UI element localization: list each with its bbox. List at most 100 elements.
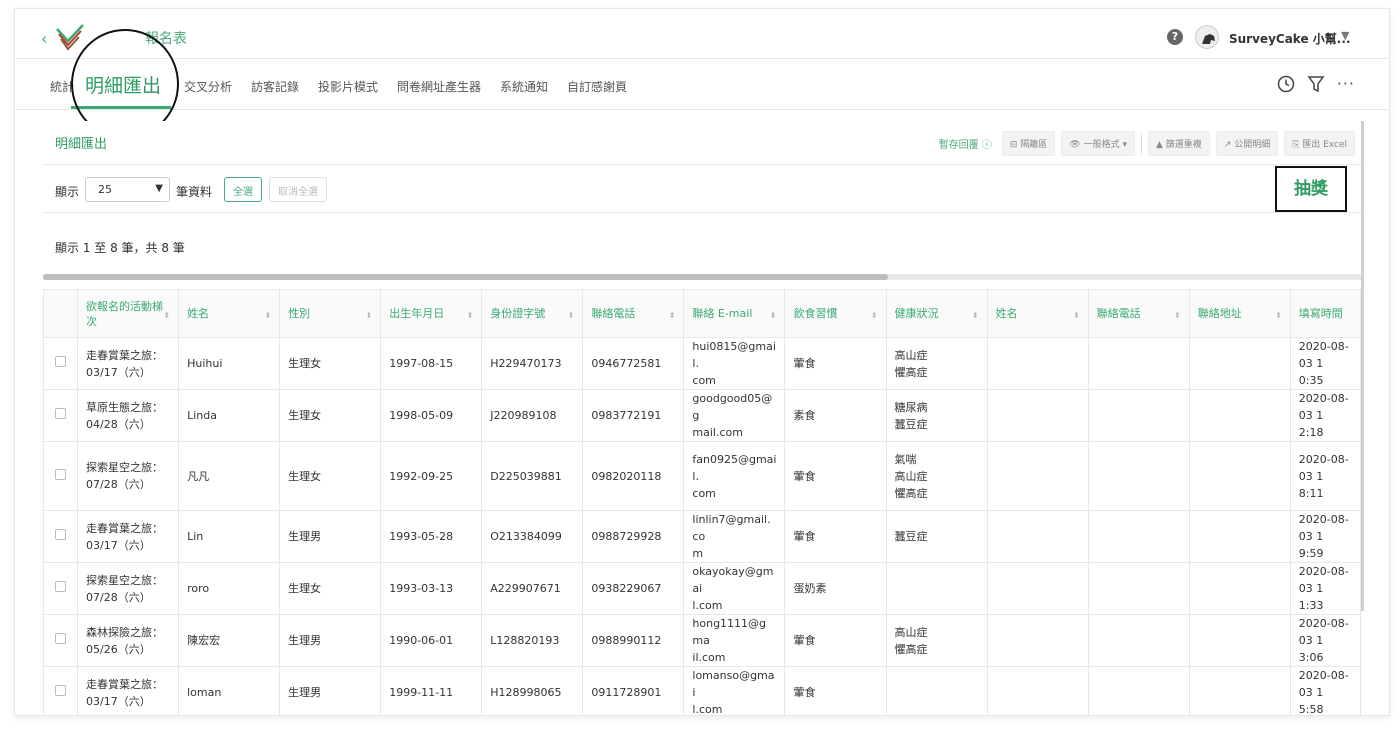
table-cell: 1999-11-11 bbox=[380, 666, 483, 715]
export-excel-button[interactable]: ⎘ 匯出 Excel bbox=[1284, 131, 1355, 156]
table-row[interactable]: 探索星空之旅： 07/28（六） roro 生理女 1993-03-13 A229907… bbox=[42, 562, 1362, 615]
table-cell: hui0815@gmail. com bbox=[683, 337, 786, 390]
tab-slide-mode[interactable]: 投影片模式 bbox=[318, 78, 378, 95]
column-header[interactable]: 聯絡地址 ⬍ bbox=[1188, 289, 1291, 338]
table-cell: D225039881 bbox=[481, 441, 584, 511]
tab-visitor-log[interactable]: 訪客記錄 bbox=[251, 78, 299, 95]
avatar[interactable] bbox=[1195, 25, 1219, 49]
table-cell: fan0925@gmail. com bbox=[683, 441, 786, 511]
format-dropdown[interactable]: 👁 一般格式 ▾ bbox=[1061, 131, 1135, 156]
table-cell: 2020-08-03 1 3:06 bbox=[1289, 614, 1362, 667]
table-cell: 高山症 懼高症 bbox=[885, 614, 988, 667]
table-cell: Huihui bbox=[178, 337, 281, 390]
column-header[interactable]: 聯絡電話 ⬍ bbox=[582, 289, 685, 338]
row-checkbox[interactable] bbox=[55, 529, 66, 540]
chevron-left-icon[interactable]: ‹ bbox=[41, 29, 47, 48]
table-row[interactable]: 走春賞葉之旅： 03/17（六） Lin 生理男 1993-05-28 O2133840… bbox=[42, 510, 1362, 563]
tab-notifications[interactable]: 系統通知 bbox=[500, 78, 548, 95]
column-header[interactable]: 聯絡 E-mail ⬍ bbox=[683, 289, 786, 338]
table-cell bbox=[1188, 441, 1291, 511]
user-name[interactable]: SurveyCake 小幫... bbox=[1229, 30, 1350, 47]
header-checkbox-cell bbox=[42, 289, 79, 338]
table-row[interactable]: 探索星空之旅： 07/28（六） 凡凡 生理女 1992-09-25 D22503988… bbox=[42, 441, 1362, 511]
vertical-scrollbar[interactable] bbox=[1361, 121, 1364, 611]
table-cell: 1993-03-13 bbox=[380, 562, 483, 615]
table-cell: 陳宏宏 bbox=[178, 614, 281, 667]
table-row[interactable]: 草原生態之旅： 04/28（六） Linda 生理女 1998-05-09 J22098… bbox=[42, 389, 1362, 442]
table-cell: 2020-08-03 1 0:35 bbox=[1289, 337, 1362, 390]
column-header[interactable]: 身份證字號 ⬍ bbox=[481, 289, 584, 338]
row-checkbox[interactable] bbox=[55, 685, 66, 696]
save-replay-link[interactable]: 暫存回覆 ⓘ bbox=[939, 136, 992, 151]
scrollbar-thumb[interactable] bbox=[43, 274, 888, 280]
table-cell: 0988729928 bbox=[582, 510, 685, 563]
sort-icon: ⬍ bbox=[870, 311, 878, 320]
tab-thank-you-page[interactable]: 自訂感謝頁 bbox=[567, 78, 627, 95]
table-cell: loman bbox=[178, 666, 281, 715]
table-cell: 走春賞葉之旅： 03/17（六） bbox=[77, 510, 180, 563]
content-area: 明細匯出 暫存回覆 ⓘ ⊟ 隔離區 👁 一般格式 ▾ ▲ 篩選重複 ↗ 公開明細… bbox=[42, 121, 1364, 715]
table-row[interactable]: 走春賞葉之旅： 03/17（六） Huihui 生理女 1997-08-15 H2294… bbox=[42, 337, 1362, 390]
select-all-button[interactable]: 全選 bbox=[224, 177, 262, 202]
table-cell: 探索星空之旅： 07/28（六） bbox=[77, 562, 180, 615]
surveycake-logo-icon[interactable] bbox=[55, 23, 85, 51]
column-header[interactable]: 健康狀況 ⬍ bbox=[885, 289, 988, 338]
tab-cross-analysis[interactable]: 交叉分析 bbox=[184, 78, 232, 95]
tab-statistics[interactable]: 統計 bbox=[50, 78, 74, 95]
table-cell bbox=[1188, 614, 1291, 667]
tab-detail-export[interactable]: 明細匯出 bbox=[85, 71, 161, 98]
column-header[interactable]: 姓名 ⬍ bbox=[986, 289, 1089, 338]
table-cell: 生理男 bbox=[279, 614, 382, 667]
lottery-button[interactable]: 抽獎 bbox=[1275, 166, 1347, 212]
row-checkbox[interactable] bbox=[55, 468, 66, 480]
table-cell bbox=[1188, 666, 1291, 715]
more-icon[interactable]: ··· bbox=[1337, 74, 1355, 93]
table-cell: 0938229067 bbox=[582, 562, 685, 615]
column-header[interactable]: 聯絡電話 ⬍ bbox=[1087, 289, 1190, 338]
chevron-down-icon[interactable]: ▼ bbox=[1341, 29, 1349, 42]
horizontal-scrollbar[interactable] bbox=[43, 274, 1361, 280]
sort-icon: ⬍ bbox=[1072, 311, 1080, 320]
row-checkbox[interactable] bbox=[55, 581, 66, 592]
sort-icon: ⬍ bbox=[365, 311, 373, 320]
table-cell: Linda bbox=[178, 389, 281, 442]
table-cell: 草原生態之旅： 04/28（六） bbox=[77, 389, 180, 442]
filter-duplicates-button[interactable]: ▲ 篩選重複 bbox=[1148, 131, 1210, 156]
table-cell: H128998065 bbox=[481, 666, 584, 715]
table-row[interactable]: 走春賞葉之旅： 03/17（六） loman 生理男 1999-11-11 H12899… bbox=[42, 666, 1362, 715]
table-cell: 0983772191 bbox=[582, 389, 685, 442]
clock-icon[interactable] bbox=[1277, 75, 1295, 93]
table-cell bbox=[986, 510, 1089, 563]
table-cell: 糖尿病 蠶豆症 bbox=[885, 389, 988, 442]
column-header[interactable]: 出生年月日 ⬍ bbox=[380, 289, 483, 338]
row-checkbox[interactable] bbox=[55, 408, 66, 419]
help-icon[interactable]: ? bbox=[1167, 29, 1183, 45]
table-cell bbox=[986, 614, 1089, 667]
quarantine-button[interactable]: ⊟ 隔離區 bbox=[1001, 131, 1056, 156]
filter-icon[interactable] bbox=[1307, 75, 1325, 93]
column-header[interactable]: 飲食習慣 ⬍ bbox=[784, 289, 887, 338]
tab-url-generator[interactable]: 問卷網址產生器 bbox=[397, 78, 481, 95]
table-cell bbox=[1188, 389, 1291, 442]
responses-table: 欲報名的活動梯次 ⬍ 姓名 ⬍ 性別 ⬍ 出生年月日 ⬍ 身份證字號 ⬍ 聯絡電話 ⬍ 聯絡… bbox=[42, 289, 1362, 715]
table-cell: 0982020118 bbox=[582, 441, 685, 511]
page-size-select[interactable]: 25 ▼ bbox=[85, 177, 170, 202]
row-checkbox-cell bbox=[42, 389, 79, 442]
survey-title[interactable]: 報名表 bbox=[145, 28, 187, 48]
table-cell bbox=[1087, 510, 1190, 563]
table-cell bbox=[1087, 441, 1190, 511]
deselect-all-button[interactable]: 取消全選 bbox=[269, 177, 327, 202]
table-cell bbox=[1188, 510, 1291, 563]
table-cell: goodgood05@g mail.com bbox=[683, 389, 786, 442]
column-header[interactable]: 性別 ⬍ bbox=[279, 289, 382, 338]
table-cell bbox=[1087, 337, 1190, 390]
public-detail-button[interactable]: ↗ 公開明細 bbox=[1215, 131, 1279, 156]
row-checkbox[interactable] bbox=[55, 356, 66, 367]
column-header[interactable]: 填寫時間 bbox=[1289, 289, 1362, 338]
column-header[interactable]: 欲報名的活動梯次 ⬍ bbox=[77, 289, 180, 338]
table-cell: 葷食 bbox=[784, 337, 887, 390]
panel-header: 明細匯出 暫存回覆 ⓘ ⊟ 隔離區 👁 一般格式 ▾ ▲ 篩選重複 ↗ 公開明細… bbox=[43, 121, 1361, 165]
table-row[interactable]: 森林探險之旅： 05/26（六） 陳宏宏 生理男 1990-06-01 L1288201… bbox=[42, 614, 1362, 667]
column-header[interactable]: 姓名 ⬍ bbox=[178, 289, 281, 338]
row-checkbox[interactable] bbox=[55, 633, 66, 644]
